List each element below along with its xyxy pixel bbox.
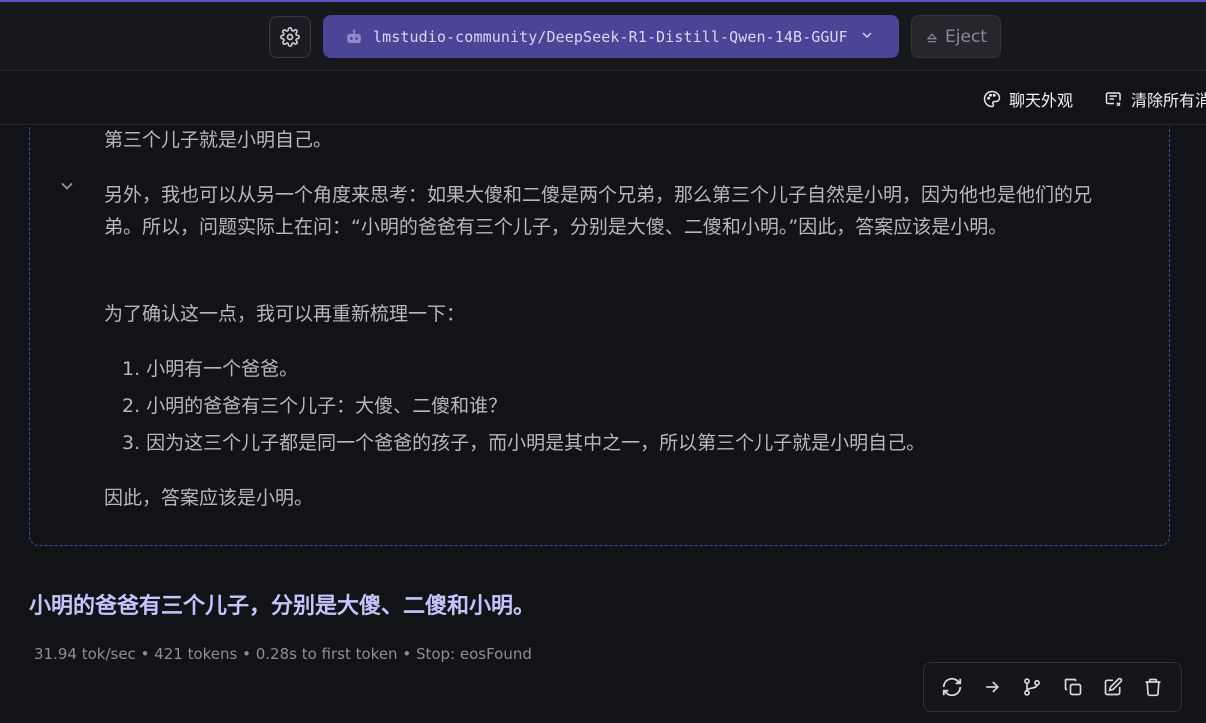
message-actions [923,662,1182,712]
continue-button[interactable] [976,671,1008,703]
branch-button[interactable] [1016,671,1048,703]
clear-messages-icon [1105,92,1121,107]
clear-all-button[interactable]: 清除所有消 [1105,87,1206,111]
top-bar: lmstudio-community/DeepSeek-R1-Distill-Q… [0,2,1206,71]
gear-icon [280,27,300,47]
eject-label: Eject [945,26,987,47]
copy-icon [1064,678,1081,696]
generation-stats: 31.94 tok/sec • 421 tokens • 0.28s to fi… [34,645,532,663]
palette-icon [983,90,1001,108]
delete-icon [1145,678,1161,697]
model-name: lmstudio-community/DeepSeek-R1-Distill-Q… [373,27,848,46]
thinking-paragraph: 另外，我也可以从另一个角度来思考：如果大傻和二傻是两个兄弟，那么第三个儿子自然是… [104,184,1093,238]
thinking-partial-line: 第三个儿子就是小明自己。 [104,129,333,151]
model-selector[interactable]: lmstudio-community/DeepSeek-R1-Distill-Q… [323,15,899,58]
delete-button[interactable] [1137,671,1169,703]
thinking-paragraph: 为了确认这一点，我可以再重新梳理一下： [104,303,466,325]
list-item: 1. 小明有一个爸爸。 [122,358,299,380]
chat-appearance-label: 聊天外观 [1009,91,1074,110]
assistant-answer: 小明的爸爸有三个儿子，分别是大傻、二傻和小明。 [29,594,536,619]
settings-button[interactable] [269,16,311,58]
eject-button[interactable]: Eject [911,15,1001,58]
robot-icon [347,29,361,43]
chat-toolbar: 聊天外观 清除所有消 [0,72,1206,125]
chat-scroll-area[interactable]: 第三个儿子就是小明自己。 另外，我也可以从另一个角度来思考：如果大傻和二傻是两个… [0,126,1206,723]
eject-icon [926,32,938,42]
thinking-conclusion: 因此，答案应该是小明。 [104,487,314,509]
chevron-down-icon[interactable] [57,176,77,196]
clear-all-label: 清除所有消 [1131,91,1206,110]
list-item: 2. 小明的爸爸有三个儿子：大傻、二傻和谁？ [122,395,508,417]
chevron-down-icon [862,32,872,38]
copy-button[interactable] [1057,671,1089,703]
continue-icon [986,681,1000,693]
branch-icon [1024,678,1041,696]
edit-button[interactable] [1097,671,1129,703]
edit-icon [1104,677,1122,696]
regenerate-icon [942,677,962,697]
list-item: 3. 因为这三个儿子都是同一个爸爸的孩子，而小明是其中之一，所以第三个儿子就是小… [122,432,926,454]
chat-appearance-button[interactable]: 聊天外观 [983,87,1073,111]
regenerate-button[interactable] [936,671,968,703]
